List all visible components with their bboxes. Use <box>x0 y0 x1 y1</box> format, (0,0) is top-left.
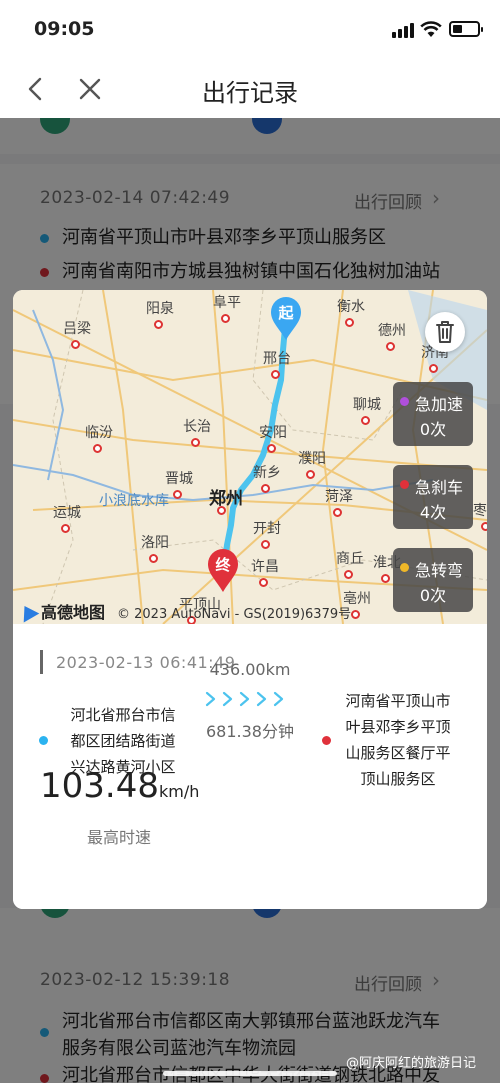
map-city-label: 菏泽 <box>325 489 353 505</box>
max-speed-label: 最高时速 <box>87 828 152 847</box>
trip-distance: 436.00km <box>209 660 291 679</box>
map-city-dot <box>481 522 487 531</box>
map-city-label: 商丘 <box>336 551 364 567</box>
event-dot <box>400 563 409 572</box>
map-city-dot <box>333 508 342 517</box>
map-city-label: 郑州 <box>209 489 243 509</box>
map-city-label: 吕梁 <box>63 321 91 337</box>
trip-duration: 681.38分钟 <box>206 722 294 741</box>
map-city-label: 临汾 <box>85 425 113 441</box>
amap-logo: 高德地图 <box>16 599 105 623</box>
battery-icon <box>449 21 483 37</box>
map-city-dot <box>259 578 268 587</box>
map-city-dot <box>306 470 315 479</box>
event-sharp-turn: 急转弯 0次 <box>393 548 473 612</box>
cellular-signal-icon <box>392 22 414 38</box>
map-city-dot <box>271 370 280 379</box>
map-city-label: 邢台 <box>263 351 291 367</box>
trip-detail-modal: 起 终 吕梁 阳泉 阜平 衡水 德州 济南 邢台 临汾 长治 安阳 聊城 晋城 濮阳 新乡 郑州 运城 小浪底水… <box>13 290 487 909</box>
watermark: @阿庆阿红的旅游日记 <box>346 1056 477 1071</box>
map-city-label: 衡水 <box>337 299 365 315</box>
map-city-dot <box>71 340 80 349</box>
map-city-dot <box>61 524 70 533</box>
status-time: 09:05 <box>34 18 95 40</box>
route-map[interactable]: 起 终 吕梁 阳泉 阜平 衡水 德州 济南 邢台 临汾 长治 安阳 聊城 晋城 濮阳 新乡 郑州 运城 小浪底水… <box>13 290 487 624</box>
map-attribution: © 2023 AutoNavi - GS(2019)6379号 <box>117 607 352 622</box>
map-city-dot <box>429 364 438 373</box>
event-rapid-accel: 急加速 0次 <box>393 382 473 446</box>
map-city-label: 安阳 <box>259 425 287 441</box>
map-city-dot <box>381 574 390 583</box>
map-city-dot <box>154 320 163 329</box>
trip-end-location: 河南省平顶山市 叶县邓李乡平顶 山服务区餐厅平 顶山服务区 <box>345 692 451 788</box>
map-city-dot <box>261 540 270 549</box>
nav-bar: 出行记录 <box>0 62 500 118</box>
event-dot <box>400 480 409 489</box>
map-city-label: 长治 <box>183 419 211 435</box>
map-city-dot <box>345 318 354 327</box>
event-hard-brake: 急刹车 4次 <box>393 465 473 529</box>
map-city-label: 枣庄 <box>473 503 487 519</box>
wifi-icon <box>420 21 442 37</box>
map-city-dot <box>191 438 200 447</box>
map-city-label: 阳泉 <box>146 301 174 317</box>
map-city-dot <box>361 416 370 425</box>
trash-icon <box>436 321 454 343</box>
map-city-dot <box>261 484 270 493</box>
page-title: 出行记录 <box>202 79 298 107</box>
map-city-dot <box>93 444 102 453</box>
map-city-dot <box>217 506 226 515</box>
end-marker: 终 <box>206 548 240 592</box>
event-dot <box>400 397 409 406</box>
map-city-label: 小浪底水库 <box>99 493 169 509</box>
map-city-dot <box>386 342 395 351</box>
map-city-label: 晋城 <box>165 471 193 487</box>
start-marker: 起 <box>269 296 303 340</box>
home-indicator[interactable] <box>163 1071 337 1076</box>
accent-bar <box>40 650 43 674</box>
map-city-dot <box>221 314 230 323</box>
map-city-label: 德州 <box>378 323 406 339</box>
map-city-dot <box>351 610 360 619</box>
map-city-label: 许昌 <box>251 559 279 575</box>
map-city-label: 新乡 <box>253 465 281 481</box>
map-city-label: 开封 <box>253 521 281 537</box>
end-dot <box>322 736 331 745</box>
map-city-label: 洛阳 <box>141 535 169 551</box>
map-city-label: 阜平 <box>213 295 241 311</box>
start-dot <box>39 736 48 745</box>
map-city-label: 聊城 <box>353 397 381 413</box>
delete-button[interactable] <box>425 312 465 352</box>
direction-arrows-icon <box>205 691 284 707</box>
map-city-dot <box>173 490 182 499</box>
max-speed-value: 103.48km/h <box>40 766 200 806</box>
status-bar: 09:05 <box>0 0 500 62</box>
map-city-label: 运城 <box>53 505 81 521</box>
map-city-dot <box>267 444 276 453</box>
map-city-dot <box>344 570 353 579</box>
map-city-label: 濮阳 <box>298 451 326 467</box>
map-city-dot <box>149 554 158 563</box>
